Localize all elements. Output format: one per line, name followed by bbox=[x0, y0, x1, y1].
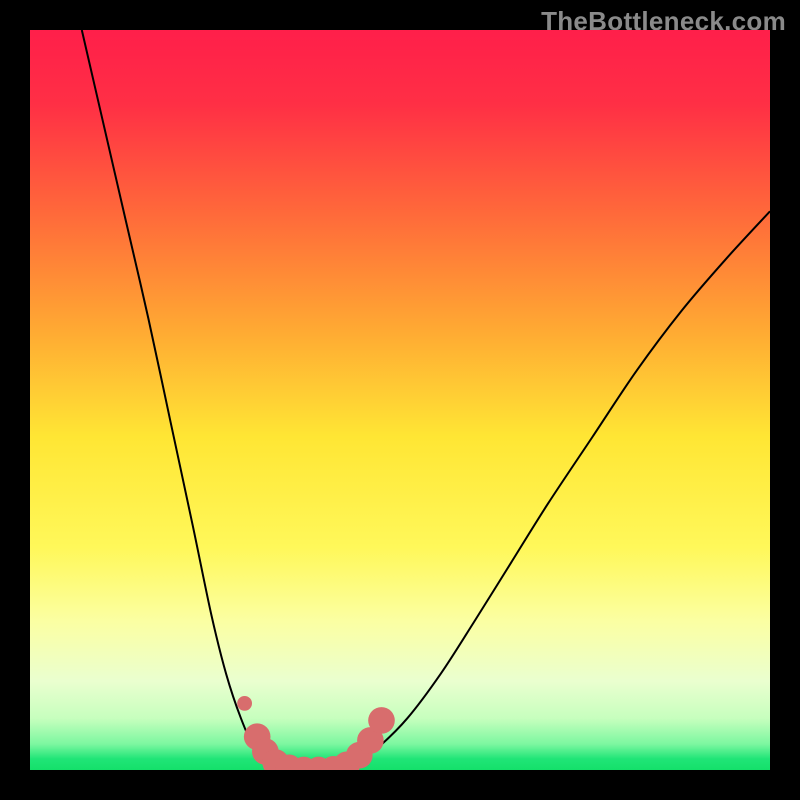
gradient-rect bbox=[30, 30, 770, 770]
plot-surface bbox=[30, 30, 770, 770]
chart-frame: TheBottleneck.com bbox=[0, 0, 800, 800]
curve-marker bbox=[368, 707, 395, 734]
curve-marker bbox=[237, 696, 252, 711]
